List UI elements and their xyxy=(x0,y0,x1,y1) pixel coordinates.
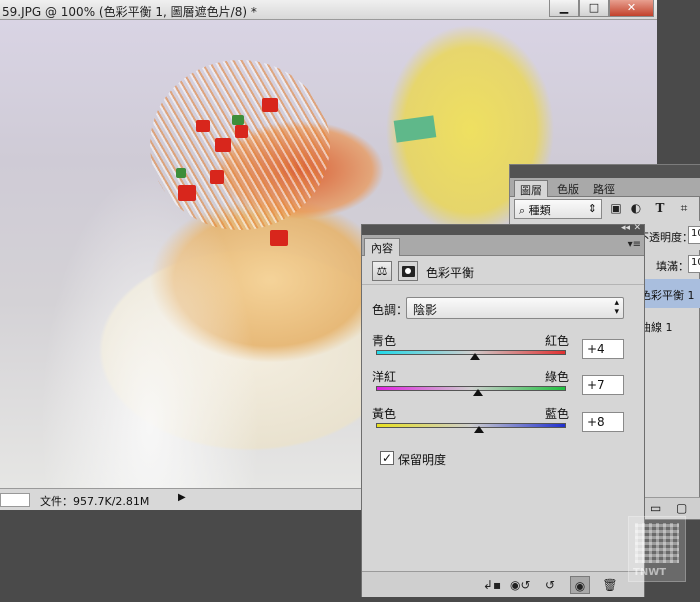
opacity-input[interactable]: 10 xyxy=(688,226,700,244)
select-arrows-icon: ▴ ▾ xyxy=(614,298,619,317)
cyan-red-slider-knob[interactable] xyxy=(469,353,480,360)
layer-filter-select[interactable]: ⌕ 種類 ⇕ xyxy=(514,199,602,219)
pepper-dice xyxy=(232,115,244,125)
layers-tab-bar: 圖層 色版 路徑 xyxy=(510,178,700,197)
magenta-green-slider-knob[interactable] xyxy=(472,389,483,396)
layer-name: 色彩平衡 1 xyxy=(640,289,695,302)
view-previous-state-icon[interactable]: ◉↺ xyxy=(510,576,531,594)
shredded-garnish xyxy=(150,60,330,230)
fill-label: 填滿： xyxy=(656,260,689,273)
tab-properties[interactable]: 內容 xyxy=(364,238,400,256)
preserve-luminosity-label: 保留明度 xyxy=(398,453,447,467)
cyan-red-value[interactable]: +4 xyxy=(582,339,624,359)
collapse-icon[interactable]: ◂◂ xyxy=(621,223,630,233)
panel-menu-icon[interactable]: ▾≡ xyxy=(628,239,641,250)
pepper-dice xyxy=(176,168,186,178)
visibility-eye-icon[interactable]: ◉ xyxy=(570,576,590,594)
close-panel-icon[interactable]: ✕ xyxy=(633,223,641,233)
tab-layers[interactable]: 圖層 xyxy=(514,180,548,197)
clip-to-layer-icon[interactable]: ↲▪ xyxy=(482,576,502,594)
properties-tab-bar: 內容 ▾≡ xyxy=(362,235,644,256)
properties-panel: ◂◂ ✕ 內容 ▾≡ ⚖ 色彩平衡 色調： 陰影 ▴ ▾ 青色 紅色 +4 洋紅 … xyxy=(361,223,645,597)
document-title-bar[interactable]: 59.JPG @ 100% (色彩平衡 1, 圖層遮色片/8) * ▁ □ ✕ xyxy=(0,0,657,20)
folder-icon[interactable]: ▭ xyxy=(650,501,661,515)
yellow-blue-slider-knob[interactable] xyxy=(473,426,484,433)
close-button[interactable]: ✕ xyxy=(609,0,654,17)
filter-pixel-icon[interactable]: ▣ xyxy=(608,201,624,217)
document-title: 59.JPG @ 100% (色彩平衡 1, 圖層遮色片/8) * xyxy=(2,5,257,19)
preserve-luminosity-checkbox[interactable]: ✓ xyxy=(380,451,394,465)
trash-icon[interactable]: 🗑 xyxy=(600,576,620,594)
pepper-dice xyxy=(178,185,196,201)
tone-select[interactable]: 陰影 ▴ ▾ xyxy=(406,297,624,319)
magenta-green-value[interactable]: +7 xyxy=(582,375,624,395)
new-layer-icon[interactable]: ▢ xyxy=(676,501,687,515)
filter-type-icon[interactable]: T xyxy=(652,201,668,217)
file-size-info: 文件：957.7K/2.81M xyxy=(40,495,150,508)
pepper-dice xyxy=(270,230,288,246)
red-label: 紅色 xyxy=(545,334,570,348)
yellow-label: 黃色 xyxy=(372,407,397,421)
layers-panel-topbar[interactable] xyxy=(510,165,700,178)
tone-value: 陰影 xyxy=(413,303,438,317)
tab-channels[interactable]: 色版 xyxy=(552,180,584,197)
layer-filter-label: 種類 xyxy=(528,204,551,217)
pepper-dice xyxy=(196,120,210,132)
qr-code-icon xyxy=(635,523,679,563)
zoom-field[interactable] xyxy=(0,493,30,507)
cyan-label: 青色 xyxy=(372,334,397,348)
green-label: 綠色 xyxy=(545,370,570,384)
maximize-button[interactable]: □ xyxy=(579,0,609,17)
status-menu-arrow[interactable]: ▶ xyxy=(178,492,186,503)
green-ribbon xyxy=(393,115,437,143)
watermark-text: TNWT xyxy=(633,567,667,578)
properties-bottom-bar: ↲▪ ◉↺ ↺ ◉ 🗑 xyxy=(362,571,644,597)
tab-paths[interactable]: 路徑 xyxy=(588,180,620,197)
filter-shape-icon[interactable]: ⌗ xyxy=(676,201,692,217)
yellow-blue-slider-track[interactable] xyxy=(376,423,566,428)
pepper-dice xyxy=(210,170,224,184)
mask-icon[interactable] xyxy=(398,261,418,281)
search-icon: ⌕ xyxy=(519,204,529,217)
adjustment-title: 色彩平衡 xyxy=(426,266,475,280)
minimize-button[interactable]: ▁ xyxy=(549,0,579,17)
magenta-green-slider-track[interactable] xyxy=(376,386,566,391)
blue-label: 藍色 xyxy=(545,407,570,421)
balance-scale-icon[interactable]: ⚖ xyxy=(372,261,392,281)
properties-panel-topbar[interactable]: ◂◂ ✕ xyxy=(362,223,644,235)
fill-input[interactable]: 10 xyxy=(688,255,700,273)
tone-label: 色調： xyxy=(372,303,409,317)
reset-icon[interactable]: ↺ xyxy=(540,576,560,594)
watermark: TNWT xyxy=(628,516,686,582)
properties-header: ⚖ 色彩平衡 xyxy=(362,257,644,285)
opacity-label: 不透明度： xyxy=(638,231,693,244)
filter-adjustment-icon[interactable]: ◐ xyxy=(628,201,644,217)
magenta-label: 洋紅 xyxy=(372,370,397,384)
pepper-dice xyxy=(215,138,231,152)
checkmark-icon: ✓ xyxy=(381,451,393,465)
pepper-dice xyxy=(262,98,278,112)
pepper-dice xyxy=(235,125,248,138)
dropdown-arrow-icon: ⇕ xyxy=(587,202,597,215)
yellow-blue-value[interactable]: +8 xyxy=(582,412,624,432)
